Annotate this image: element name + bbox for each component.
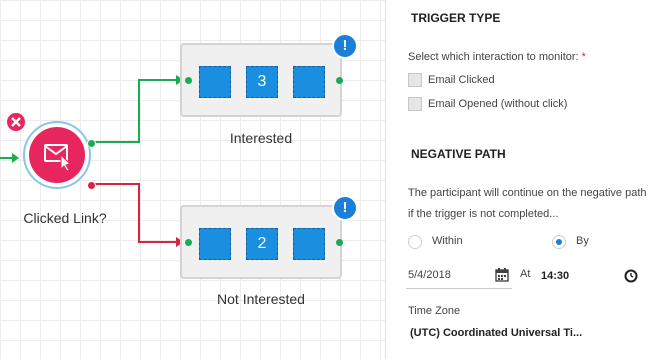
time-field[interactable]: 14:30 — [538, 264, 648, 288]
timezone-select[interactable]: (UTC) Coordinated Universal Ti... — [410, 327, 582, 339]
close-icon — [11, 117, 21, 127]
email-opened-checkbox[interactable] — [408, 97, 422, 111]
node-block-left — [199, 66, 231, 98]
positive-path-connector — [91, 79, 178, 143]
trigger-type-heading: TRIGGER TYPE — [411, 11, 501, 25]
node-block-left — [199, 228, 231, 260]
alert-icon[interactable]: ! — [332, 33, 358, 59]
clock-icon[interactable] — [624, 269, 638, 283]
interested-node[interactable]: 3 — [180, 43, 343, 117]
output-port[interactable] — [336, 77, 343, 84]
time-value: 14:30 — [541, 270, 570, 282]
within-radio-label: Within — [432, 235, 463, 247]
date-field[interactable]: 5/4/2018 — [406, 264, 512, 289]
email-clicked-label: Email Clicked — [428, 74, 495, 86]
not-interested-node-label: Not Interested — [217, 291, 305, 307]
email-opened-label: Email Opened (without click) — [428, 98, 568, 110]
output-port[interactable] — [336, 239, 343, 246]
negative-path-description: The participant will continue on the neg… — [408, 187, 647, 220]
trigger-prompt: Select which interaction to monitor: * — [408, 51, 586, 63]
interested-node-label: Interested — [229, 130, 293, 146]
node-block-right — [293, 228, 325, 260]
alert-icon[interactable]: ! — [332, 195, 358, 221]
input-port[interactable] — [185, 77, 192, 84]
decision-node-label: Clicked Link? — [23, 210, 107, 226]
at-label: At — [520, 268, 531, 280]
email-clicked-checkbox[interactable] — [408, 73, 422, 87]
not-interested-node[interactable]: 2 — [180, 205, 343, 279]
date-value: 5/4/2018 — [408, 269, 451, 281]
calendar-icon[interactable] — [495, 268, 509, 282]
incoming-arrowhead — [12, 153, 19, 163]
negative-path-heading: NEGATIVE PATH — [411, 147, 506, 161]
timezone-label: Time Zone — [408, 305, 461, 317]
within-radio[interactable] — [408, 235, 422, 249]
workflow-canvas[interactable]: Clicked Link? 3 ! Interested 2 ! Not Int… — [0, 0, 385, 359]
by-radio-label: By — [576, 235, 589, 247]
remove-node-button[interactable] — [5, 111, 27, 133]
positive-output-port[interactable] — [87, 139, 96, 148]
decision-node-circle — [29, 127, 85, 183]
required-mark: * — [581, 51, 586, 63]
trigger-prompt-text: Select which interaction to monitor: — [408, 51, 579, 63]
node-block-count: 3 — [246, 66, 278, 98]
decision-node[interactable] — [23, 121, 91, 189]
by-radio[interactable] — [552, 235, 566, 249]
negative-output-port[interactable] — [87, 181, 96, 190]
node-block-count: 2 — [246, 228, 278, 260]
email-click-icon — [44, 144, 71, 172]
properties-panel: TRIGGER TYPE Select which interaction to… — [386, 0, 663, 359]
node-block-right — [293, 66, 325, 98]
input-port[interactable] — [185, 239, 192, 246]
